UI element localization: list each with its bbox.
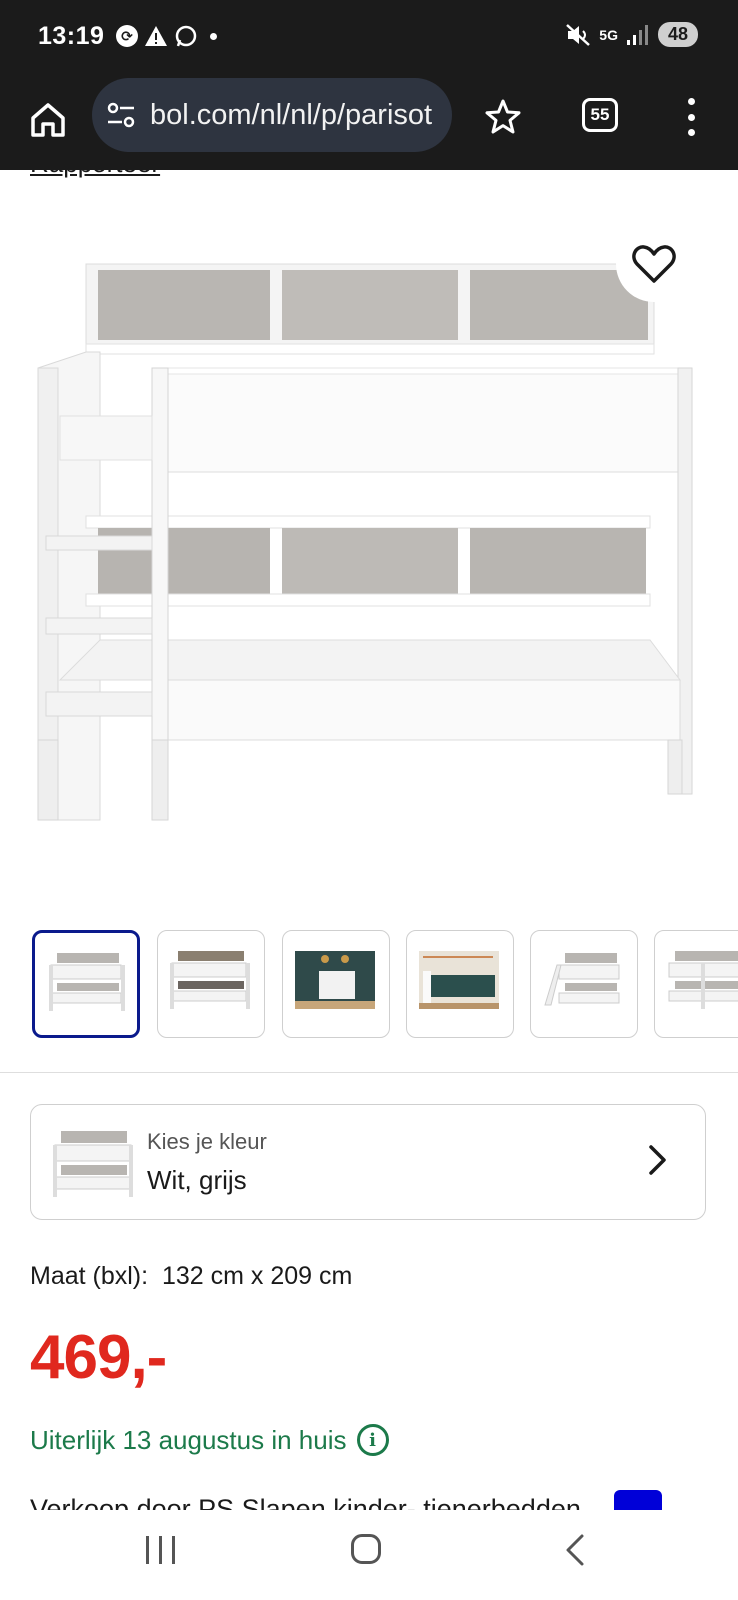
- battery-indicator: 48: [657, 22, 698, 47]
- info-icon[interactable]: i: [356, 1424, 389, 1456]
- thumbnail-5[interactable]: [530, 930, 638, 1038]
- signal-icon: [626, 24, 648, 45]
- mute-icon: [566, 23, 591, 46]
- thumbnail-1[interactable]: [32, 930, 140, 1038]
- color-selector[interactable]: Kies je kleur Wit, grijs: [30, 1104, 706, 1220]
- seller-text[interactable]: Verkoop door PS Slapen kinder- tienerbed…: [30, 1494, 581, 1510]
- cut-link-wrap: Rapporteer: [0, 170, 738, 190]
- seller-wrap: Verkoop door PS Slapen kinder- tienerbed…: [30, 1490, 670, 1510]
- warning-icon: [145, 26, 167, 46]
- home-button[interactable]: [24, 96, 72, 144]
- recent-line: [159, 1536, 162, 1564]
- thumbnail-strip: [30, 930, 738, 1042]
- status-notification-icons: ⟳: [116, 24, 217, 48]
- price: 469,-: [30, 1323, 167, 1392]
- color-value: Wit, grijs: [147, 1165, 247, 1195]
- back-button[interactable]: [562, 1532, 588, 1568]
- delivery-info: Uiterlijk 13 augustus in huis i: [30, 1424, 389, 1456]
- home-icon: [31, 103, 65, 137]
- heart-icon: [632, 245, 676, 283]
- menu-dot: [687, 129, 695, 136]
- report-link[interactable]: Rapporteer: [30, 170, 160, 179]
- thumbnail-3[interactable]: [282, 930, 390, 1038]
- size-value: 132 cm x 209 cm: [162, 1262, 353, 1290]
- sync-icon: ⟳: [116, 25, 138, 47]
- color-variant-thumbnail: [53, 1131, 133, 1197]
- recent-line: [172, 1536, 175, 1564]
- favorite-button[interactable]: [616, 226, 692, 302]
- menu-dot: [687, 113, 695, 121]
- section-divider: [0, 1072, 738, 1073]
- delivery-text: Uiterlijk 13 augustus in huis: [30, 1424, 347, 1455]
- thumbnail-4[interactable]: [406, 930, 514, 1038]
- tab-switcher-button[interactable]: 55: [582, 98, 618, 132]
- seller-badge: [614, 1490, 662, 1512]
- network-type: 5G: [599, 26, 618, 43]
- chevron-right-icon: [649, 1145, 666, 1175]
- overflow-menu-button[interactable]: [676, 94, 706, 140]
- color-label: Kies je kleur: [147, 1129, 267, 1154]
- star-icon: [485, 99, 521, 134]
- url-text[interactable]: bol.com/nl/nl/p/parisot: [150, 99, 435, 133]
- system-home-button[interactable]: [351, 1534, 381, 1564]
- thumbnail-6[interactable]: [654, 930, 738, 1038]
- whatsapp-icon: [175, 25, 197, 47]
- address-bar[interactable]: bol.com/nl/nl/p/parisot: [92, 78, 452, 152]
- site-settings-icon[interactable]: [106, 101, 136, 129]
- product-image[interactable]: [20, 240, 720, 850]
- status-time: 13:19: [38, 22, 105, 50]
- recent-line: [146, 1536, 149, 1564]
- browser-toolbar: bol.com/nl/nl/p/parisot 55: [0, 78, 738, 170]
- bookmark-button[interactable]: [478, 92, 528, 142]
- thumbnail-2[interactable]: [157, 930, 265, 1038]
- more-notifications-dot: [210, 32, 217, 40]
- status-system-icons: 5G 48: [565, 22, 698, 47]
- recent-apps-button[interactable]: [146, 1536, 175, 1564]
- status-bar: 13:19 ⟳ 5G 48: [0, 0, 738, 78]
- menu-dot: [687, 98, 695, 105]
- size-label: Maat (bxl):: [30, 1262, 149, 1290]
- system-nav-bar: [0, 1510, 738, 1600]
- size-info: Maat (bxl): 132 cm x 209 cm: [30, 1262, 352, 1291]
